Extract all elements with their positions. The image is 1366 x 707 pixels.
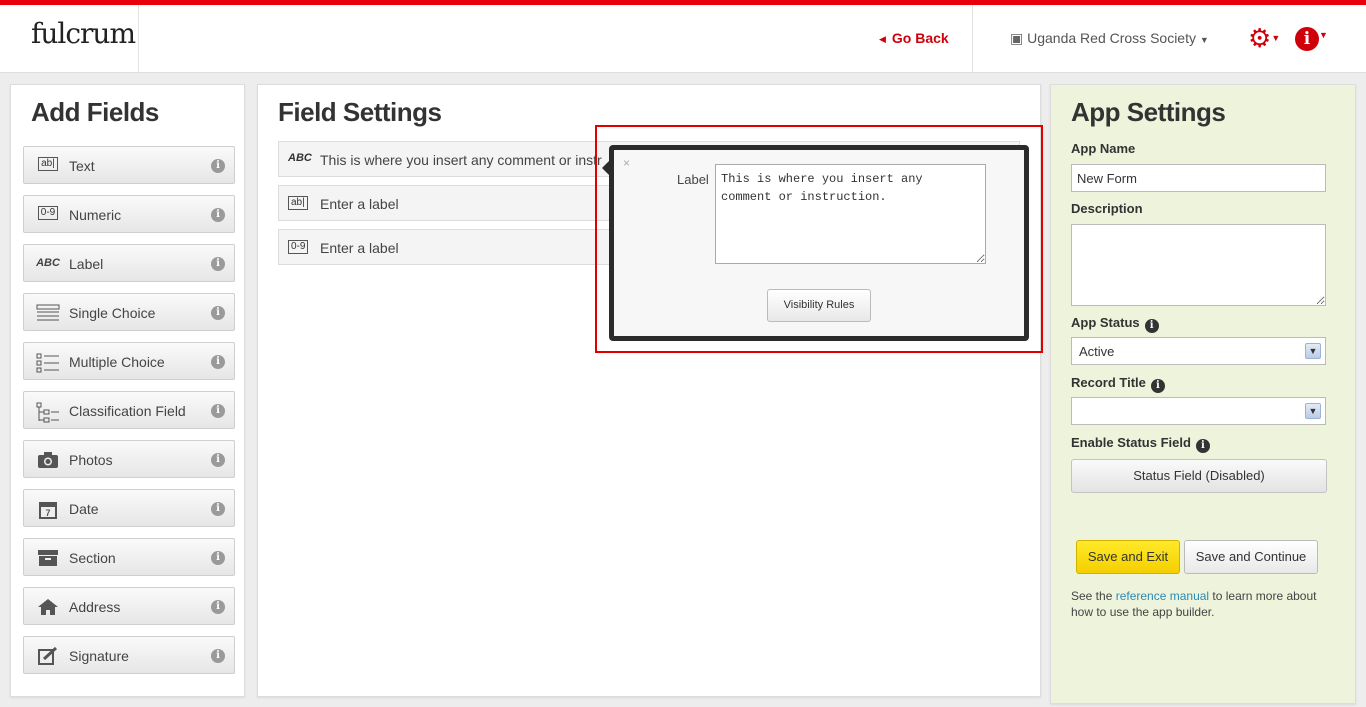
info-icon[interactable]: i: [1144, 319, 1159, 333]
back-arrow-icon: ◀: [879, 34, 886, 44]
header: fulcrum ◀ Go Back ▣ Uganda Red Cross Soci…: [0, 5, 1366, 73]
info-icon: i: [1295, 27, 1319, 51]
reference-note: See the reference manual to learn more a…: [1071, 589, 1317, 619]
field-type-label: Photos: [69, 452, 113, 468]
label-field-caption: Label: [677, 172, 709, 187]
add-classification-field-button[interactable]: Classification Field i: [23, 391, 235, 429]
app-status-value: Active: [1079, 344, 1115, 359]
record-title-label: Record Title i: [1071, 375, 1165, 393]
info-icon[interactable]: i: [211, 600, 225, 614]
app-status-label: App Status i: [1071, 315, 1159, 333]
field-type-label: Address: [69, 599, 121, 615]
app-settings-title: App Settings: [1071, 97, 1226, 127]
add-address-field-button[interactable]: Address i: [23, 587, 235, 625]
info-icon[interactable]: i: [1150, 379, 1165, 393]
briefcase-icon: ▣: [1010, 30, 1024, 46]
add-text-field-button[interactable]: ab| Text i: [23, 146, 235, 184]
form-field-label: Enter a label: [320, 196, 399, 212]
form-field-label: Enter a label: [320, 240, 399, 256]
fulcrum-logo[interactable]: fulcrum: [31, 17, 136, 50]
home-icon: [36, 598, 60, 616]
numeric-field-icon: 0-9: [36, 206, 60, 224]
label-field-icon: ABC: [288, 152, 312, 164]
field-type-label: Date: [69, 501, 99, 517]
app-status-select[interactable]: Active ▼: [1071, 337, 1326, 365]
organization-dropdown[interactable]: ▣ Uganda Red Cross Society ▼: [1010, 30, 1209, 47]
field-type-label: Numeric: [69, 207, 122, 223]
field-type-label: Signature: [69, 648, 129, 664]
label-field-icon: ABC: [36, 257, 60, 269]
add-label-field-button[interactable]: ABC Label i: [23, 244, 235, 282]
go-back-label: Go Back: [891, 30, 949, 46]
svg-text:7: 7: [45, 508, 50, 518]
info-icon[interactable]: i: [211, 355, 225, 369]
calendar-icon: 7: [36, 500, 60, 519]
app-name-input[interactable]: [1071, 164, 1326, 192]
info-icon[interactable]: i: [211, 453, 225, 467]
header-divider: [972, 5, 973, 73]
info-icon[interactable]: i: [211, 257, 225, 271]
field-type-label: Classification Field: [69, 403, 186, 419]
info-icon[interactable]: i: [211, 404, 225, 418]
add-date-field-button[interactable]: 7 Date i: [23, 489, 235, 527]
add-photos-field-button[interactable]: Photos i: [23, 440, 235, 478]
camera-icon: [36, 451, 60, 469]
field-type-label: Text: [69, 158, 95, 174]
add-section-button[interactable]: Section i: [23, 538, 235, 576]
add-single-choice-button[interactable]: Single Choice i: [23, 293, 235, 331]
gear-icon: ⚙: [1248, 23, 1272, 53]
chevron-down-icon: ▼: [1199, 35, 1209, 45]
info-icon[interactable]: i: [211, 306, 225, 320]
chevron-down-icon: ▼: [1271, 33, 1281, 43]
add-numeric-field-button[interactable]: 0-9 Numeric i: [23, 195, 235, 233]
help-menu[interactable]: i ▼: [1295, 27, 1328, 51]
label-textarea[interactable]: This is where you insert any comment or …: [715, 164, 986, 264]
text-field-icon: ab|: [36, 157, 60, 175]
field-type-label: Multiple Choice: [69, 354, 165, 370]
form-field-label: This is where you insert any comment or …: [320, 152, 602, 168]
go-back-link[interactable]: ◀ Go Back: [879, 30, 949, 46]
chevron-down-icon: ▼: [1305, 403, 1321, 419]
info-icon[interactable]: i: [211, 159, 225, 173]
reference-manual-link[interactable]: reference manual: [1116, 589, 1209, 603]
field-type-label: Section: [69, 550, 116, 566]
info-icon[interactable]: i: [1195, 439, 1210, 453]
single-choice-icon: [36, 304, 60, 322]
save-and-exit-button[interactable]: Save and Exit: [1076, 540, 1180, 574]
description-textarea[interactable]: [1071, 224, 1326, 306]
visibility-rules-button[interactable]: Visibility Rules: [767, 289, 871, 322]
settings-menu[interactable]: ⚙▼: [1248, 25, 1280, 57]
section-icon: [36, 549, 60, 567]
signature-icon: [36, 646, 60, 665]
enable-status-label: Enable Status Field i: [1071, 435, 1210, 453]
add-fields-title: Add Fields: [31, 97, 159, 127]
close-icon[interactable]: ×: [623, 156, 630, 170]
chevron-down-icon: ▼: [1305, 343, 1321, 359]
add-fields-panel: Add Fields ab| Text i 0-9 Numeric i ABC …: [10, 84, 245, 697]
status-field-button[interactable]: Status Field (Disabled): [1071, 459, 1327, 493]
info-icon[interactable]: i: [211, 551, 225, 565]
multiple-choice-icon: [36, 353, 60, 373]
add-multiple-choice-button[interactable]: Multiple Choice i: [23, 342, 235, 380]
save-and-continue-button[interactable]: Save and Continue: [1184, 540, 1318, 574]
record-title-select[interactable]: ▼: [1071, 397, 1326, 425]
chevron-down-icon: ▼: [1319, 30, 1328, 40]
popover-arrow: [602, 160, 610, 176]
info-icon[interactable]: i: [211, 502, 225, 516]
field-type-label: Single Choice: [69, 305, 156, 321]
app-settings-panel: App Settings App Name Description App St…: [1050, 84, 1356, 704]
field-settings-title: Field Settings: [278, 97, 442, 127]
app-name-label: App Name: [1071, 141, 1136, 156]
info-icon[interactable]: i: [211, 649, 225, 663]
numeric-field-icon: 0-9: [288, 240, 309, 254]
text-field-icon: ab|: [288, 196, 308, 210]
field-editor-popover: × Label This is where you insert any com…: [602, 145, 1029, 341]
classification-field-icon: [36, 402, 60, 423]
organization-name: Uganda Red Cross Society: [1027, 30, 1196, 46]
header-divider: [138, 5, 139, 73]
add-signature-field-button[interactable]: Signature i: [23, 636, 235, 674]
info-icon[interactable]: i: [211, 208, 225, 222]
field-type-label: Label: [69, 256, 104, 272]
description-label: Description: [1071, 201, 1143, 216]
